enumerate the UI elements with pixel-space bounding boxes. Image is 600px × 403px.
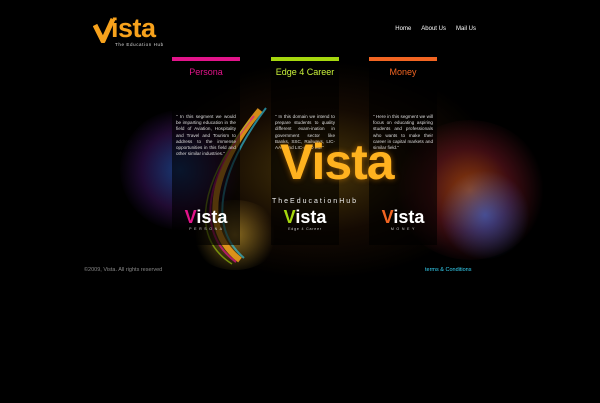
top-nav: Home About Us Mail Us: [395, 26, 476, 32]
logo-word: ista: [111, 13, 156, 43]
center-logo: Vista TheEducationHub: [262, 95, 402, 215]
nav-home[interactable]: Home: [395, 26, 411, 32]
mini-logo-sub: Edge 4 Career: [288, 227, 322, 231]
nav-about-us[interactable]: About Us: [421, 26, 446, 32]
terms-link[interactable]: terms & Conditions: [425, 267, 471, 273]
persona-logo[interactable]: Vista P E R S O N A: [172, 207, 240, 231]
center-logo-tagline: TheEducationHub: [272, 198, 359, 205]
mini-logo-sub: P E R S O N A: [189, 227, 223, 231]
mini-logo-sub: M O N E Y: [390, 227, 416, 231]
panel-title: Edge 4 Career: [275, 67, 335, 77]
footer-copyright: ©2009, Vista. All rights reserved: [84, 267, 163, 273]
panel-description: " In this segment we would be imparting …: [176, 114, 236, 157]
panel-persona[interactable]: Persona " In this segment we would be im…: [172, 57, 240, 245]
panel-title: Persona: [189, 67, 223, 77]
logo-tagline: The Education Hub: [115, 42, 164, 47]
nav-mail-us[interactable]: Mail Us: [456, 26, 476, 32]
center-logo-word: Vista: [280, 134, 395, 190]
panel-title: Money: [389, 67, 417, 77]
background-glow-blue-right: [440, 170, 530, 260]
mini-logo-word: Vista: [184, 207, 228, 227]
brand-logo[interactable]: ista The Education Hub: [93, 13, 164, 51]
